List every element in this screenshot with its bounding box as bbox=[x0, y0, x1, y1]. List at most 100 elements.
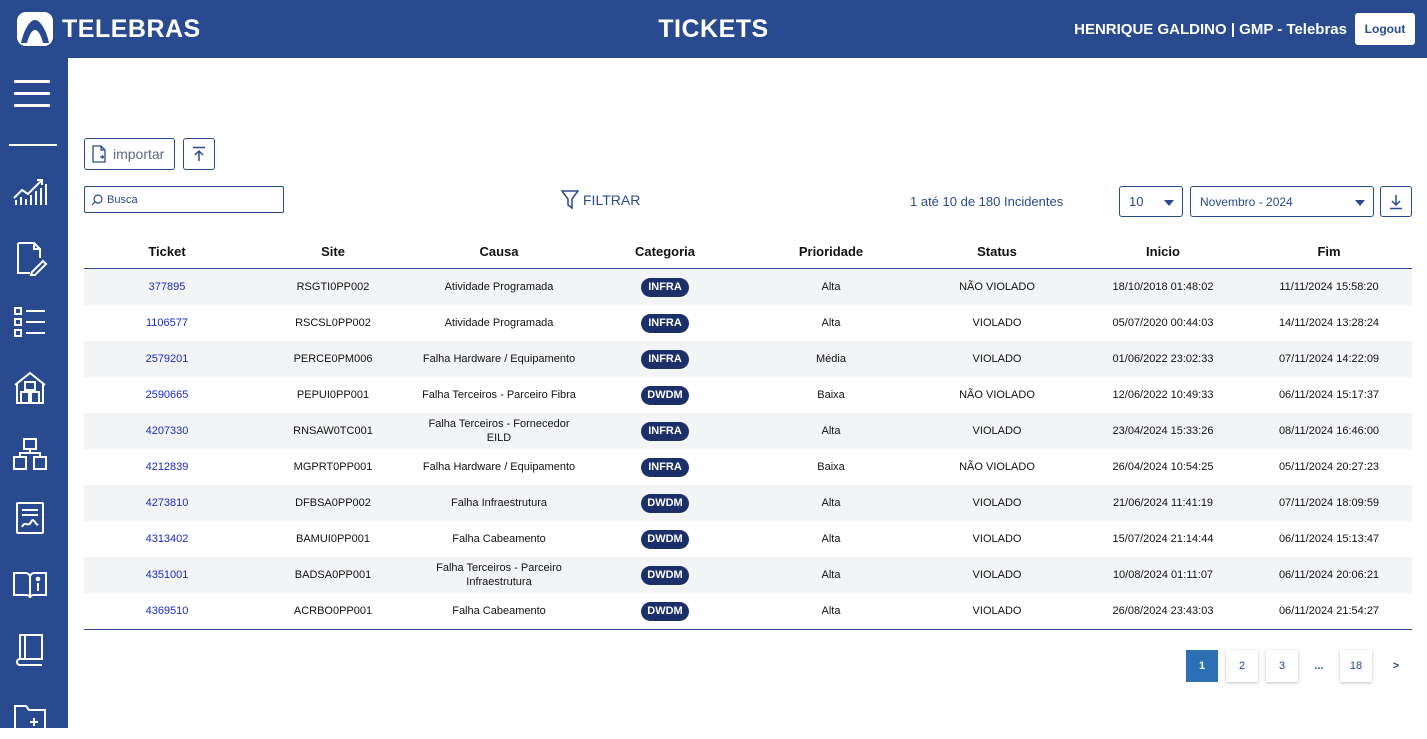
category-badge: DWDM bbox=[641, 601, 689, 621]
cell-causa: Falha Infraestrutura bbox=[451, 497, 547, 509]
cell-fim: 06/11/2024 15:13:47 bbox=[1278, 533, 1380, 545]
cell-prioridade: Alta bbox=[821, 533, 841, 545]
column-header-prioridade[interactable]: Prioridade bbox=[748, 244, 914, 259]
cell-status: NÃO VIOLADO bbox=[959, 461, 1035, 473]
brand-name: TELEBRAS bbox=[62, 14, 201, 43]
cell-fim: 08/11/2024 16:46:00 bbox=[1278, 425, 1380, 437]
cell-ticket[interactable]: 4351001 bbox=[84, 568, 250, 582]
column-header-inicio[interactable]: Inicio bbox=[1080, 244, 1246, 259]
cell-ticket[interactable]: 4313402 bbox=[84, 532, 250, 546]
column-header-ticket[interactable]: Ticket bbox=[84, 244, 250, 259]
table-row[interactable]: 4313402 BAMUI0PP001 Falha Cabeamento DWDM Al… bbox=[84, 521, 1412, 557]
table-row[interactable]: 1106577 RSCSL0PP002 Atividade Programada IN… bbox=[84, 305, 1412, 341]
search-box[interactable] bbox=[84, 186, 284, 213]
cell-prioridade: Baixa bbox=[817, 389, 845, 401]
top-header: TELEBRAS TICKETS HENRIQUE GALDINO | GMP … bbox=[0, 0, 1427, 58]
cell-fim: 11/11/2024 15:58:20 bbox=[1279, 281, 1379, 293]
document-edit-icon[interactable] bbox=[12, 240, 48, 276]
page-1-button[interactable]: 1 bbox=[1186, 650, 1218, 682]
cell-ticket[interactable]: 4207330 bbox=[84, 424, 250, 438]
cell-categoria: DWDM bbox=[582, 493, 748, 513]
column-header-status[interactable]: Status bbox=[914, 244, 1080, 259]
checklist-icon[interactable] bbox=[12, 304, 48, 340]
cell-status: VIOLADO bbox=[972, 425, 1022, 437]
category-badge: INFRA bbox=[641, 277, 689, 297]
chart-icon[interactable] bbox=[12, 172, 48, 208]
column-header-causa[interactable]: Causa bbox=[416, 244, 582, 259]
table-row[interactable]: 4207330 RNSAW0TC001 Falha Terceiros - Forn… bbox=[84, 413, 1412, 449]
cell-site: DFBSA0PP002 bbox=[295, 497, 371, 509]
cell-ticket[interactable]: 4369510 bbox=[84, 604, 250, 618]
cell-prioridade: Alta bbox=[821, 281, 841, 293]
cell-ticket[interactable]: 1106577 bbox=[84, 316, 250, 330]
download-icon bbox=[1390, 194, 1402, 209]
cell-site: PEPUI0PP001 bbox=[296, 389, 370, 401]
folder-icon[interactable] bbox=[12, 698, 48, 734]
table-row[interactable]: 377895 RSGTI0PP002 Atividade Programada INF… bbox=[84, 269, 1412, 305]
book-info-icon[interactable] bbox=[12, 566, 48, 602]
cell-fim: 05/11/2024 20:27:23 bbox=[1278, 461, 1380, 473]
import-label: importar bbox=[113, 146, 165, 162]
filter-button[interactable]: FILTRAR bbox=[561, 190, 640, 210]
table-body: 377895 RSGTI0PP002 Atividade Programada INF… bbox=[84, 269, 1412, 629]
menu-icon[interactable] bbox=[14, 80, 50, 108]
logout-button[interactable]: Logout bbox=[1355, 13, 1415, 45]
category-badge: DWDM bbox=[641, 529, 689, 549]
cell-causa: Falha Hardware / Equipamento bbox=[422, 353, 576, 365]
cell-prioridade: Alta bbox=[821, 317, 841, 329]
category-badge: INFRA bbox=[641, 313, 689, 333]
category-badge: DWDM bbox=[641, 565, 689, 585]
download-button[interactable] bbox=[1380, 186, 1412, 217]
month-value: Novembro - 2024 bbox=[1200, 194, 1293, 209]
column-header-site[interactable]: Site bbox=[250, 244, 416, 259]
column-header-categoria[interactable]: Categoria bbox=[582, 244, 748, 259]
filter-label: FILTRAR bbox=[583, 192, 641, 208]
cell-causa: Falha Terceiros - Fornecedor EILD bbox=[428, 418, 570, 444]
cell-causa: Atividade Programada bbox=[444, 281, 554, 293]
cell-status: NÃO VIOLADO bbox=[959, 389, 1035, 401]
per-page-select[interactable]: 10 bbox=[1119, 186, 1183, 217]
cell-ticket[interactable]: 4212839 bbox=[84, 460, 250, 474]
cell-categoria: INFRA bbox=[582, 457, 748, 477]
table-row[interactable]: 2590665 PEPUI0PP001 Falha Terceiros - Parc… bbox=[84, 377, 1412, 413]
import-button[interactable]: importar bbox=[84, 138, 175, 170]
cell-categoria: DWDM bbox=[582, 529, 748, 549]
cell-ticket[interactable]: 377895 bbox=[84, 280, 250, 294]
next-page-button[interactable]: > bbox=[1386, 650, 1406, 682]
page-2-button[interactable]: 2 bbox=[1226, 650, 1258, 682]
month-select[interactable]: Novembro - 2024 bbox=[1190, 186, 1374, 217]
column-header-fim[interactable]: Fim bbox=[1246, 244, 1412, 259]
upload-button[interactable] bbox=[183, 138, 215, 170]
cell-categoria: INFRA bbox=[582, 313, 748, 333]
category-badge: INFRA bbox=[641, 349, 689, 369]
cell-ticket[interactable]: 2590665 bbox=[84, 388, 250, 402]
cell-inicio: 23/04/2024 15:33:26 bbox=[1112, 425, 1214, 437]
table-row[interactable]: 4212839 MGPRT0PP001 Falha Hardware / Equip… bbox=[84, 449, 1412, 485]
report-icon[interactable] bbox=[12, 500, 48, 536]
notebook-icon[interactable] bbox=[12, 632, 48, 668]
cell-fim: 07/11/2024 18:09:59 bbox=[1278, 497, 1380, 509]
boxes-icon[interactable] bbox=[12, 436, 48, 472]
table-row[interactable]: 4369510 ACRBO0PP001 Falha Cabeamento DWDM Al… bbox=[84, 593, 1412, 629]
logo[interactable]: TELEBRAS bbox=[16, 11, 201, 47]
table-row[interactable]: 4273810 DFBSA0PP002 Falha Infraestrutura DW… bbox=[84, 485, 1412, 521]
cell-inicio: 26/04/2024 10:54:25 bbox=[1112, 461, 1214, 473]
page-3-button[interactable]: 3 bbox=[1266, 650, 1298, 682]
table-row[interactable]: 2579201 PERCE0PM006 Falha Hardware / Equip… bbox=[84, 341, 1412, 377]
cell-status: VIOLADO bbox=[972, 605, 1022, 617]
tickets-table: Ticket Site Causa Categoria Prioridade S… bbox=[84, 234, 1412, 630]
cell-status: VIOLADO bbox=[972, 533, 1022, 545]
building-icon[interactable] bbox=[12, 370, 48, 406]
cell-prioridade: Baixa bbox=[817, 461, 845, 473]
caret-down-icon bbox=[1164, 200, 1174, 206]
search-input[interactable] bbox=[107, 193, 267, 206]
cell-ticket[interactable]: 2579201 bbox=[84, 352, 250, 366]
caret-down-icon bbox=[1355, 200, 1365, 206]
cell-status: VIOLADO bbox=[972, 353, 1022, 365]
page-18-button[interactable]: 18 bbox=[1340, 650, 1372, 682]
cell-inicio: 21/06/2024 11:41:19 bbox=[1112, 497, 1214, 509]
table-row[interactable]: 4351001 BADSA0PP001 Falha Terceiros - Parc… bbox=[84, 557, 1412, 593]
cell-ticket[interactable]: 4273810 bbox=[84, 496, 250, 510]
cell-status: VIOLADO bbox=[972, 317, 1022, 329]
cell-categoria: DWDM bbox=[582, 385, 748, 405]
